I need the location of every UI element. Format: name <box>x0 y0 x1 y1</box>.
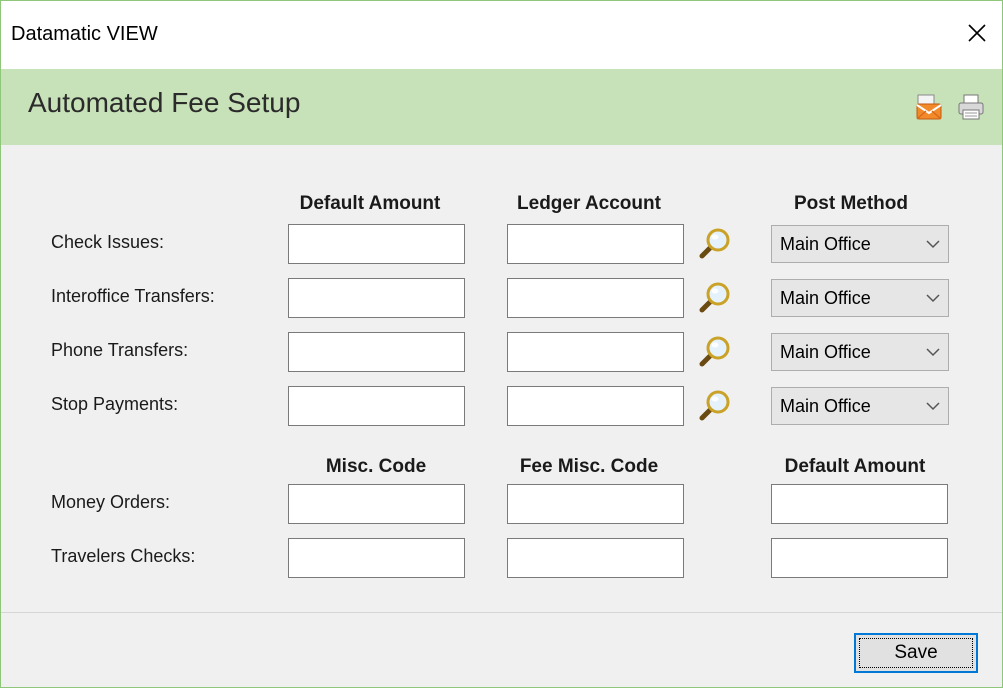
magnifier-icon[interactable] <box>696 226 732 262</box>
select-value: Main Office <box>780 395 871 416</box>
interoffice-transfers-ledger-account-input[interactable] <box>507 278 684 318</box>
header-default-amount: Default Amount <box>299 193 441 214</box>
close-button[interactable] <box>952 13 1002 53</box>
interoffice-transfers-post-method-select[interactable]: Main Office <box>771 279 949 317</box>
chevron-down-icon <box>918 333 948 371</box>
save-button[interactable]: Save <box>854 633 978 673</box>
chevron-down-icon <box>918 225 948 263</box>
magnifier-icon[interactable] <box>696 334 732 370</box>
title-bar: Datamatic VIEW <box>1 1 1002 69</box>
chevron-down-icon <box>918 279 948 317</box>
row-label-interoffice-transfers: Interoffice Transfers: <box>51 286 215 306</box>
money-orders-default-amount-input[interactable] <box>771 484 948 524</box>
save-button-label: Save <box>894 642 938 663</box>
close-icon <box>968 24 986 42</box>
select-value: Main Office <box>780 233 871 254</box>
header-post-method: Post Method <box>794 193 908 214</box>
phone-transfers-post-method-select[interactable]: Main Office <box>771 333 949 371</box>
money-orders-fee-misc-code-input[interactable] <box>507 484 684 524</box>
interoffice-transfers-default-amount-input[interactable] <box>288 278 465 318</box>
header-ledger-account: Ledger Account <box>517 193 661 214</box>
header-misc-default-amount: Default Amount <box>784 456 926 477</box>
magnifier-icon[interactable] <box>696 280 732 316</box>
stop-payments-post-method-select[interactable]: Main Office <box>771 387 949 425</box>
check-issues-post-method-select[interactable]: Main Office <box>771 225 949 263</box>
stop-payments-ledger-account-input[interactable] <box>507 386 684 426</box>
travelers-checks-fee-misc-code-input[interactable] <box>507 538 684 578</box>
row-label-travelers-checks: Travelers Checks: <box>51 546 196 566</box>
header-misc-code: Misc. Code <box>325 456 427 477</box>
dialog-window: Datamatic VIEW Automated Fee Setup Defau… <box>0 0 1003 688</box>
page-header: Automated Fee Setup <box>1 69 1002 145</box>
print-icon[interactable] <box>957 93 985 121</box>
page-title: Automated Fee Setup <box>28 87 301 118</box>
chevron-down-icon <box>918 387 948 425</box>
window-title: Datamatic VIEW <box>11 23 158 45</box>
money-orders-misc-code-input[interactable] <box>288 484 465 524</box>
row-label-check-issues: Check Issues: <box>51 232 165 252</box>
travelers-checks-misc-code-input[interactable] <box>288 538 465 578</box>
stop-payments-default-amount-input[interactable] <box>288 386 465 426</box>
check-issues-default-amount-input[interactable] <box>288 224 465 264</box>
row-label-money-orders: Money Orders: <box>51 492 171 512</box>
header-fee-misc-code: Fee Misc. Code <box>519 456 659 477</box>
footer-divider <box>1 612 1002 613</box>
check-issues-ledger-account-input[interactable] <box>507 224 684 264</box>
mail-icon[interactable] <box>915 93 943 121</box>
row-label-phone-transfers: Phone Transfers: <box>51 340 189 360</box>
phone-transfers-default-amount-input[interactable] <box>288 332 465 372</box>
row-label-stop-payments: Stop Payments: <box>51 394 179 414</box>
travelers-checks-default-amount-input[interactable] <box>771 538 948 578</box>
select-value: Main Office <box>780 341 871 362</box>
select-value: Main Office <box>780 287 871 308</box>
phone-transfers-ledger-account-input[interactable] <box>507 332 684 372</box>
magnifier-icon[interactable] <box>696 388 732 424</box>
